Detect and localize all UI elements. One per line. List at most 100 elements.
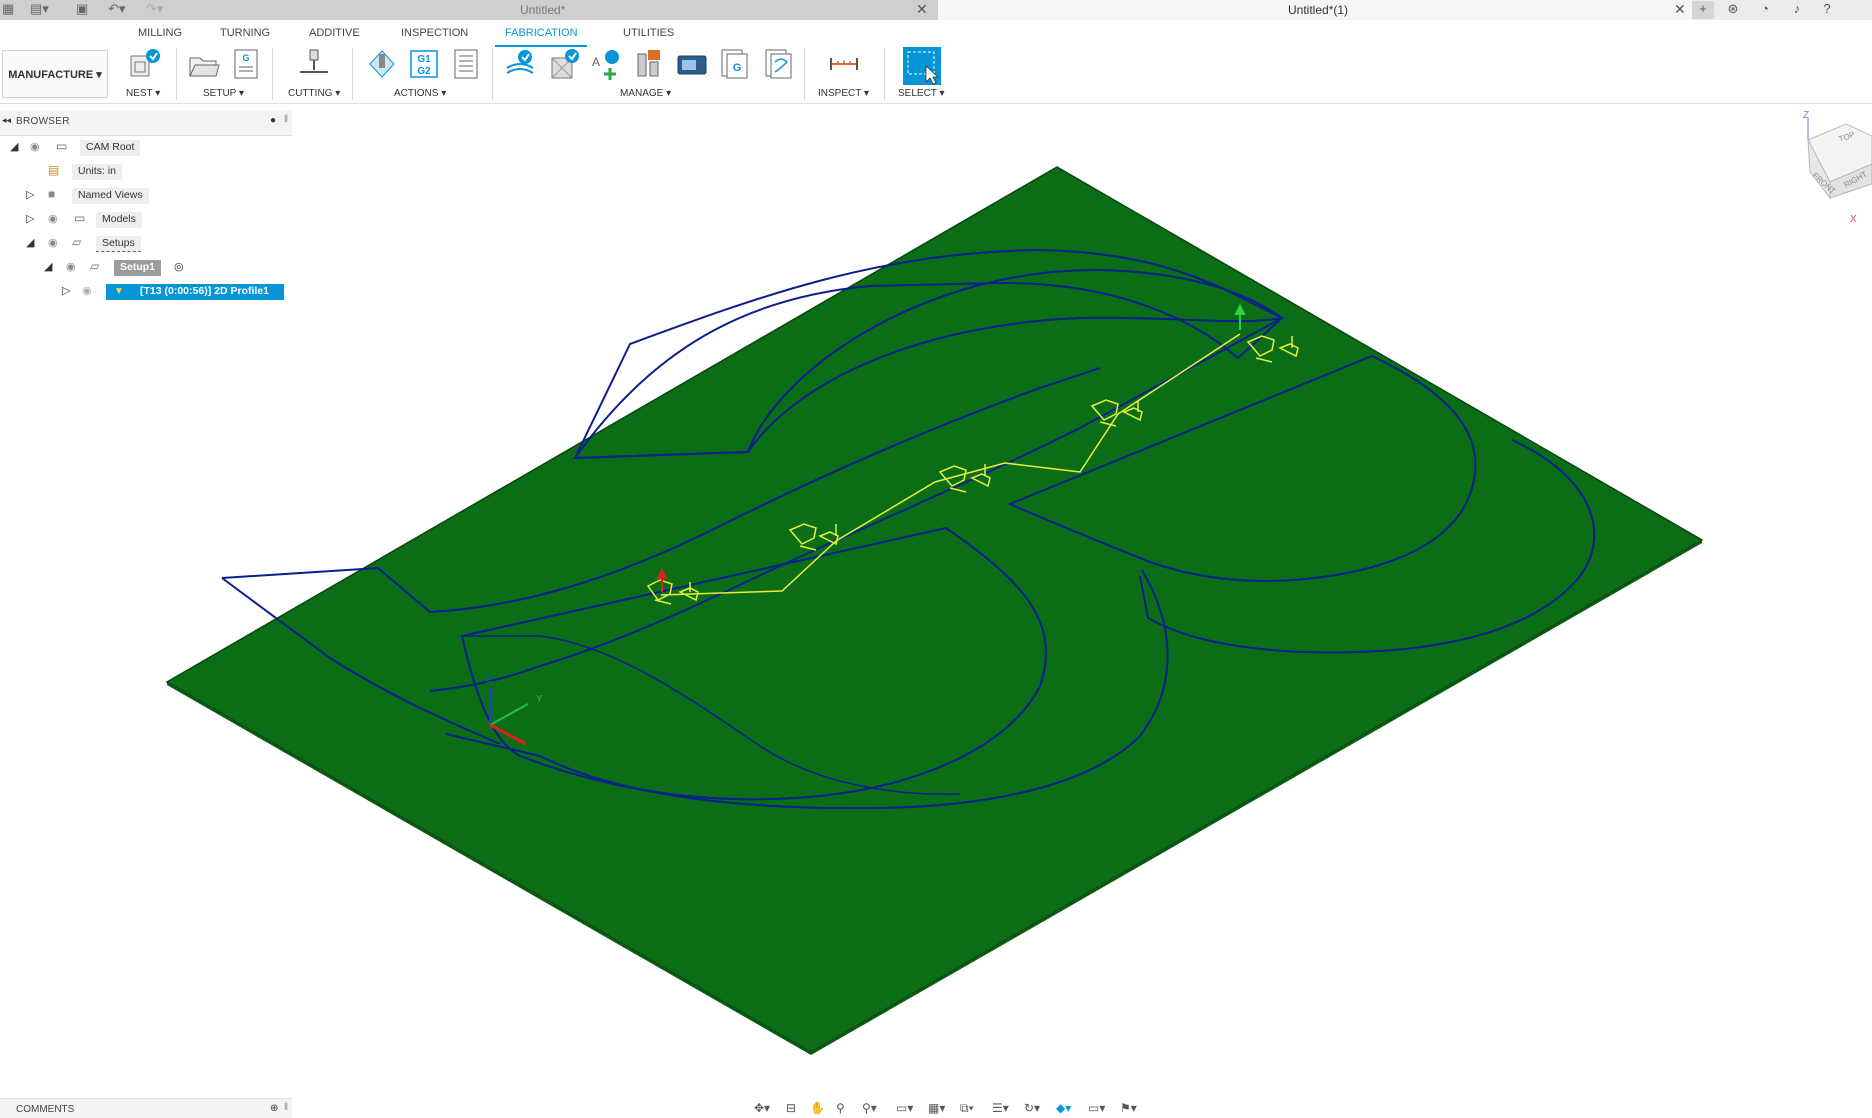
expand-arrow-icon[interactable]: ▷ — [26, 188, 34, 201]
select-icon[interactable] — [902, 46, 942, 86]
tree-label-cam-root[interactable]: CAM Root — [80, 140, 141, 156]
actions-group-label[interactable]: ACTIONS ▾ — [394, 88, 446, 99]
tab-milling[interactable]: MILLING — [138, 27, 182, 39]
save-icon[interactable]: ▣ — [76, 1, 88, 17]
visual-style-icon[interactable]: ◆▾ — [1056, 1101, 1071, 1115]
simulate-icon[interactable] — [366, 48, 398, 80]
activate-setup-icon[interactable]: ◎ — [174, 260, 184, 273]
comments-panel[interactable]: COMMENTS ⊕ ‖ — [0, 1098, 292, 1118]
tree-label-units[interactable]: Units: in — [72, 164, 122, 180]
new-tab-icon[interactable]: + — [1692, 1, 1714, 19]
visibility-eye-icon[interactable]: ◉ — [82, 284, 92, 297]
undo-icon[interactable]: ↶▾ — [108, 1, 125, 17]
tab-utilities[interactable]: UTILITIES — [623, 27, 674, 39]
section-icon[interactable]: ☰▾ — [992, 1101, 1009, 1115]
notifications-icon[interactable]: ♪ — [1786, 1, 1808, 19]
browser-panel-header[interactable]: ◂◂ BROWSER ● ‖ — [0, 110, 292, 136]
visibility-eye-icon[interactable]: ◉ — [66, 260, 76, 273]
comments-title: COMMENTS — [16, 1104, 75, 1115]
tree-row-cam-root[interactable]: ◢ ◉ ▭ CAM Root — [0, 137, 292, 157]
orbit-icon[interactable]: ✥▾ — [754, 1101, 770, 1115]
workspace-switcher-button[interactable]: MANUFACTURE ▾ — [2, 50, 108, 98]
close-tab-icon[interactable]: ✕ — [916, 1, 928, 18]
post-process-icon[interactable]: G1 G2 — [408, 48, 440, 80]
tab-turning[interactable]: TURNING — [220, 27, 270, 39]
document-tab-untitled[interactable]: ▦ ▤▾ ▣ ↶▾ ↷▾ Untitled* ✕ — [0, 0, 938, 20]
tree-row-setups[interactable]: ◢ ◉ ▱ Setups — [0, 233, 292, 253]
collapse-arrow-icon[interactable]: ◢ — [10, 140, 18, 153]
nc-program-icon[interactable]: G — [718, 48, 750, 80]
viewcube[interactable]: TOP FRONT RIGHT Z X — [1803, 110, 1872, 225]
post-library-icon[interactable] — [632, 48, 664, 80]
nest-group-label[interactable]: NEST ▾ — [126, 88, 160, 99]
tool-library-icon[interactable] — [504, 48, 536, 80]
tree-label-setup1[interactable]: Setup1 — [114, 260, 162, 276]
nest-icon[interactable] — [128, 48, 160, 80]
cutting-group-label[interactable]: CUTTING ▾ — [288, 88, 340, 99]
manage-group-label[interactable]: MANAGE ▾ — [620, 88, 671, 99]
expand-arrow-icon[interactable]: ▷ — [62, 284, 70, 297]
extensions-icon[interactable]: ⊛ — [1722, 1, 1744, 19]
visibility-eye-icon[interactable]: ◉ — [48, 236, 58, 249]
collapse-panel-icon[interactable]: ◂◂ — [2, 115, 11, 126]
tree-label-operation[interactable]: [T13 (0:00:56)] 2D Profile1 — [106, 284, 284, 300]
active-tab-indicator — [495, 45, 587, 47]
tree-row-setup1[interactable]: ◢ ◉ ▱ Setup1 ◎ — [0, 257, 292, 277]
tree-row-models[interactable]: ▷ ◉ ▭ Models — [0, 209, 292, 229]
viewports-icon[interactable]: ⧉▾ — [960, 1101, 974, 1116]
environment-icon[interactable]: ▭▾ — [1088, 1101, 1105, 1115]
pattern-library-icon[interactable] — [762, 48, 794, 80]
display-settings-icon[interactable]: ▭▾ — [896, 1101, 913, 1115]
tree-row-named-views[interactable]: ▷ ■ Named Views — [0, 185, 292, 205]
machine-builder-icon[interactable] — [676, 48, 708, 80]
job-status-icon[interactable]: ◔ — [1754, 1, 1776, 19]
browser-options-icon[interactable]: ● — [270, 115, 276, 126]
pan-icon[interactable]: ✋ — [810, 1101, 825, 1115]
redo-icon[interactable]: ↷▾ — [146, 1, 163, 17]
fit-icon[interactable]: ⚲▾ — [862, 1101, 877, 1115]
filter-icon[interactable]: ⚑▾ — [1120, 1101, 1137, 1115]
grid-icon[interactable]: ▦▾ — [928, 1101, 945, 1115]
look-at-icon[interactable]: ⊟ — [786, 1101, 796, 1115]
tab-fabrication[interactable]: FABRICATION — [505, 27, 578, 39]
app-grid-icon[interactable]: ▦ — [2, 1, 14, 17]
tree-label-setups[interactable]: Setups — [96, 236, 141, 252]
tab-inspection[interactable]: INSPECTION — [401, 27, 468, 39]
collapse-arrow-icon[interactable]: ◢ — [26, 236, 34, 249]
setup-group-label[interactable]: SETUP ▾ — [203, 88, 244, 99]
tree-row-operation[interactable]: ▷ ◉ [T13 (0:00:56)] 2D Profile1 ▼ — [0, 281, 292, 301]
viewcube-z-label: Z — [1803, 110, 1809, 121]
refresh-icon[interactable]: ↻▾ — [1024, 1101, 1040, 1115]
setup-sheet-report-icon[interactable] — [450, 48, 482, 80]
comments-pin-icon[interactable]: ‖ — [284, 1102, 288, 1113]
template-library-icon[interactable] — [548, 48, 580, 80]
expand-arrow-icon[interactable]: ▷ — [26, 212, 34, 225]
tree-row-units[interactable]: ▤ Units: in — [0, 161, 292, 181]
tree-label-models[interactable]: Models — [96, 212, 142, 228]
tree-label-named-views[interactable]: Named Views — [72, 188, 149, 204]
help-icon[interactable]: ? — [1816, 1, 1838, 19]
separator — [492, 48, 493, 100]
graphics-viewport[interactable]: Z Y TOP FRONT RIGHT Z X — [0, 106, 1872, 1106]
collapse-arrow-icon[interactable]: ◢ — [44, 260, 52, 273]
browser-pin-icon[interactable]: ‖ — [284, 114, 288, 125]
zoom-icon[interactable]: ⚲ — [836, 1101, 845, 1115]
select-group-label[interactable]: SELECT ▾ — [898, 88, 945, 99]
document-tab-untitled-1[interactable]: Untitled*(1) ✕ — [938, 0, 1692, 20]
file-menu-icon[interactable]: ▤▾ — [30, 1, 49, 17]
svg-text:G: G — [242, 53, 249, 63]
cutting-icon[interactable] — [298, 48, 330, 80]
inspect-group-label[interactable]: INSPECT ▾ — [818, 88, 869, 99]
close-tab-2-icon[interactable]: ✕ — [1674, 1, 1686, 18]
tab-additive[interactable]: ADDITIVE — [309, 27, 360, 39]
setup-sheet-icon[interactable]: G — [230, 48, 262, 80]
visibility-eye-icon[interactable]: ◉ — [48, 212, 58, 225]
viewcube-x-label: X — [1850, 214, 1857, 225]
add-comment-icon[interactable]: ⊕ — [270, 1103, 278, 1114]
visibility-eye-icon[interactable]: ◉ — [30, 140, 40, 153]
setup-folder-icon[interactable] — [188, 48, 220, 80]
measure-icon[interactable] — [828, 48, 860, 80]
top-right-icons: + ⊛ ◔ ♪ ? — [1692, 0, 1872, 20]
machine-library-icon[interactable]: A — [590, 48, 622, 80]
title-bar: ▦ ▤▾ ▣ ↶▾ ↷▾ Untitled* ✕ Untitled*(1) ✕ … — [0, 0, 1872, 20]
